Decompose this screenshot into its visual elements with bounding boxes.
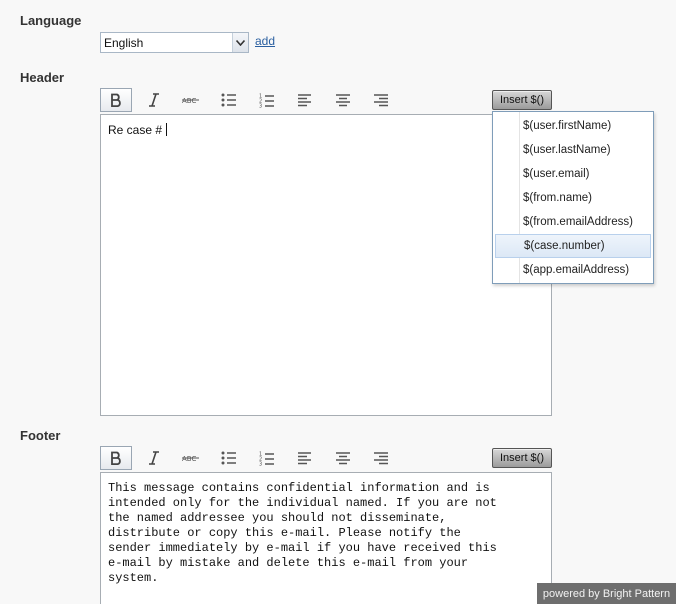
header-bold-button[interactable] <box>100 88 132 112</box>
bullet-list-icon <box>221 451 236 465</box>
svg-text:ABC: ABC <box>182 97 196 105</box>
svg-text:3: 3 <box>259 461 262 466</box>
language-select-value: English <box>104 35 144 50</box>
align-left-icon <box>298 93 311 106</box>
italic-icon <box>149 93 159 107</box>
header-bullet-list-button[interactable] <box>213 88 245 112</box>
header-insert-variable-button[interactable]: Insert $() <box>492 90 552 110</box>
numbered-list-icon: 123 <box>259 93 274 108</box>
svg-text:ABC: ABC <box>182 455 196 463</box>
header-toolbar: ABC 123 Insert $() <box>100 88 552 112</box>
align-right-icon <box>374 451 388 464</box>
footer-italic-button[interactable] <box>138 446 170 470</box>
align-right-icon <box>374 93 388 106</box>
header-strike-button[interactable]: ABC <box>175 88 207 112</box>
align-center-icon <box>336 93 350 106</box>
menu-item-from-emailaddress[interactable]: $(from.emailAddress) <box>493 210 653 234</box>
footer-insert-variable-button[interactable]: Insert $() <box>492 448 552 468</box>
bold-icon <box>111 451 121 465</box>
svg-text:3: 3 <box>259 103 262 108</box>
header-editor-text: Re case # <box>108 123 163 137</box>
header-label: Header <box>20 70 65 85</box>
footer-editor[interactable]: This message contains confidential infor… <box>100 472 552 604</box>
footer-label: Footer <box>20 428 61 443</box>
numbered-list-icon: 123 <box>259 451 274 466</box>
footer-strike-button[interactable]: ABC <box>175 446 207 470</box>
strikethrough-icon: ABC <box>182 455 199 463</box>
align-center-icon <box>336 451 350 464</box>
header-align-center-button[interactable] <box>327 88 359 112</box>
menu-item-user-lastname[interactable]: $(user.lastName) <box>493 138 653 162</box>
strikethrough-icon: ABC <box>182 97 199 105</box>
header-italic-button[interactable] <box>138 88 170 112</box>
footer-align-center-button[interactable] <box>327 446 359 470</box>
language-select[interactable]: English <box>100 32 249 53</box>
menu-item-case-number[interactable]: $(case.number) <box>495 234 651 258</box>
footer-align-right-button[interactable] <box>365 446 397 470</box>
bold-icon <box>111 93 121 107</box>
menu-item-user-email[interactable]: $(user.email) <box>493 162 653 186</box>
footer-align-left-button[interactable] <box>289 446 321 470</box>
menu-item-user-firstname[interactable]: $(user.firstName) <box>493 114 653 138</box>
header-editor[interactable]: Re case # <box>100 114 552 416</box>
menu-item-app-emailaddress[interactable]: $(app.emailAddress) <box>493 258 653 282</box>
insert-variable-menu: $(user.firstName) $(user.lastName) $(use… <box>492 111 654 284</box>
align-left-icon <box>298 451 311 464</box>
text-caret <box>166 123 168 136</box>
header-numbered-list-button[interactable]: 123 <box>251 88 283 112</box>
powered-by-badge: powered by Bright Pattern <box>537 583 676 604</box>
add-language-link[interactable]: add <box>255 34 275 48</box>
footer-editor-text: This message contains confidential infor… <box>108 481 497 585</box>
italic-icon <box>149 451 159 465</box>
language-label: Language <box>20 13 82 28</box>
header-align-right-button[interactable] <box>365 88 397 112</box>
chevron-down-icon[interactable] <box>232 33 248 52</box>
footer-bullet-list-button[interactable] <box>213 446 245 470</box>
bullet-list-icon <box>221 93 236 107</box>
menu-item-from-name[interactable]: $(from.name) <box>493 186 653 210</box>
footer-toolbar: ABC 123 Insert $() <box>100 446 552 470</box>
header-align-left-button[interactable] <box>289 88 321 112</box>
footer-numbered-list-button[interactable]: 123 <box>251 446 283 470</box>
footer-bold-button[interactable] <box>100 446 132 470</box>
